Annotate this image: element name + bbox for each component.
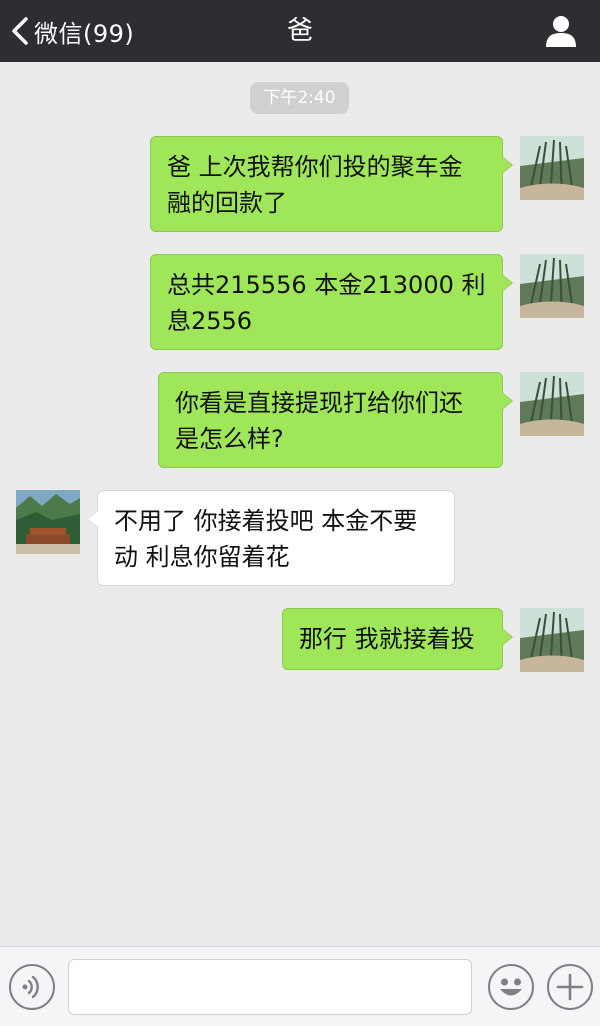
plus-icon <box>556 973 584 1001</box>
emoji-icon <box>500 978 522 996</box>
contact-info-button[interactable] <box>544 14 578 48</box>
my-avatar[interactable] <box>520 136 584 200</box>
person-icon <box>546 16 576 47</box>
my-avatar[interactable] <box>520 372 584 436</box>
incoming-message[interactable]: 不用了 你接着投吧 本金不要 动 利息你留着花 <box>87 490 455 586</box>
my-avatar[interactable] <box>520 608 584 672</box>
voice-button[interactable] <box>9 964 55 1010</box>
message-line: 不用了 你接着投吧 本金不要 <box>114 507 418 535</box>
more-button[interactable] <box>547 964 593 1010</box>
timestamp: 下午2:40 <box>250 82 349 114</box>
nav-bar: 微信(99) 爸 <box>0 0 600 62</box>
chat-area[interactable]: 下午2:40 爸 上次我帮你们投的聚车金 融的回款了 总共215556 本金21… <box>0 62 600 946</box>
emoji-button[interactable] <box>488 964 534 1010</box>
chevron-left-icon <box>12 17 28 45</box>
message-line: 融的回款了 <box>167 189 287 217</box>
outgoing-message[interactable]: 爸 上次我帮你们投的聚车金 融的回款了 <box>150 136 513 232</box>
message-line: 爸 上次我帮你们投的聚车金 <box>167 153 463 181</box>
outgoing-message[interactable]: 你看是直接提现打给你们还 是怎么样? <box>158 372 513 468</box>
message-line: 息2556 <box>167 307 253 335</box>
input-bar <box>0 946 600 1026</box>
message-line: 动 利息你留着花 <box>114 543 290 571</box>
message-line: 你看是直接提现打给你们还 <box>175 389 463 417</box>
message-line: 是怎么样? <box>175 425 284 453</box>
back-button[interactable]: 微信(99) <box>10 0 134 62</box>
message-line: 总共215556 本金213000 利 <box>167 271 486 299</box>
voice-icon <box>22 975 39 999</box>
my-avatar[interactable] <box>520 254 584 318</box>
back-label: 微信(99) <box>34 19 135 48</box>
outgoing-message[interactable]: 那行 我就接着投 <box>282 608 513 670</box>
outgoing-message[interactable]: 总共215556 本金213000 利 息2556 <box>150 254 513 350</box>
contact-avatar[interactable] <box>16 490 80 554</box>
message-input[interactable] <box>68 959 472 1015</box>
message-line: 那行 我就接着投 <box>299 625 475 653</box>
